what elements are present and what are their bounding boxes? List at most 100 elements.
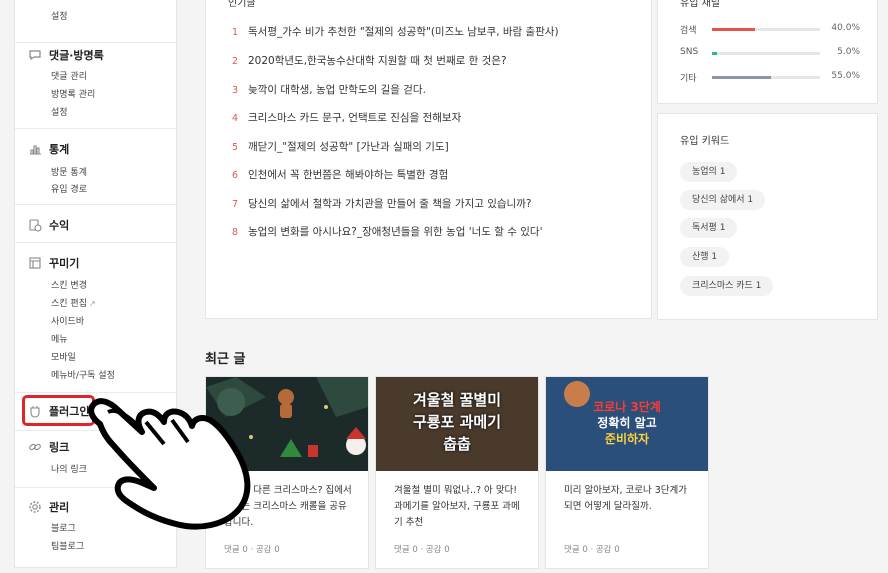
rank-number: 8 [232,227,239,238]
channel-bar-fill [712,76,772,79]
sidebar-item-comment-manage[interactable]: 댓글 관리 [51,69,87,82]
revenue-title: 수익 [49,219,70,232]
revenue-section: 수익 [15,204,176,243]
channels-title: 유입 채널 [680,0,720,9]
thumbnail-line: 구룡포 과메기 [412,413,502,431]
channel-percent: 40.0% [831,23,860,33]
popular-item[interactable]: 8 농업의 변화를 아시나요?_장애청년들을 위한 농업 '너도 할 수 있다' [232,224,542,239]
design-title: 꾸미기 [49,257,80,270]
channel-bar [712,52,820,55]
inflow-keywords-panel: 유입 키워드 농업의 1 당신의 삶에서 1 독서평 1 산행 1 크리스마스 … [657,113,878,320]
rank-number: 3 [232,85,239,96]
post-title: 겨울철 별미 뭐없나..? 아 맞다! 과메기를 알아보자, 구룡포 과메기 추… [394,485,520,528]
keyword-chip[interactable]: 독서평 1 [680,218,738,238]
thumbnail-line: 정확히 알고 [597,416,657,430]
popular-item-title: 인천에서 꼭 한번쯤은 해봐야하는 특별한 경험 [248,169,449,181]
popular-item[interactable]: 4 크리스마스 카드 문구, 언택트로 진심을 전해보자 [232,110,461,125]
rank-number: 2 [232,56,239,67]
popular-item-title: 늦깍이 대학생, 농업 만학도의 길을 걷다. [248,84,426,96]
stats-title: 통계 [49,143,70,156]
sidebar-item-team-blog[interactable]: 팀블로그 [51,539,84,552]
link-header[interactable]: 링크 [27,439,69,455]
popular-item[interactable]: 6 인천에서 꼭 한번쯤은 해봐야하는 특별한 경험 [232,167,448,182]
manage-header[interactable]: 관리 [27,499,69,515]
revenue-header[interactable]: 수익 [27,217,69,233]
comments-section: 댓글·방명록 댓글 관리 방명록 관리 설정 [15,42,176,129]
channel-label: 기타 [680,74,697,84]
popular-title: 인기글 [228,0,256,9]
speech-bubble-icon [27,47,43,63]
thumbnail-line: 겨울철 꿀별미 [412,391,502,409]
channel-bar [712,76,820,79]
keyword-chip[interactable]: 산행 1 [680,247,730,267]
channel-percent: 55.0% [831,71,860,81]
post-title: 미리 알아보자, 코로나 3단계가 되면 어떻게 달라질까. [564,485,688,512]
sidebar-item-referrer[interactable]: 유입 경로 [51,182,87,195]
comments-header[interactable]: 댓글·방명록 [27,47,104,63]
thumbnail-text: 코로나 3단계 정확히 알고 준비하자 [546,399,708,447]
channel-label: 검색 [680,26,697,36]
post-thumbnail: 코로나 3단계 정확히 알고 준비하자 [546,377,708,471]
sidebar-item-skin-edit[interactable]: 스킨 편집 ↗ [51,296,96,309]
link-title: 링크 [49,441,70,454]
channel-percent: 5.0% [837,47,860,57]
sidebar-item-menu[interactable]: 메뉴 [51,332,68,345]
popular-item[interactable]: 5 깨닫기_"절제의 성공학" [가난과 실패의 기도] [232,139,449,154]
post-thumbnail: 겨울철 꿀별미 구룡포 과메기 춥춥 [376,377,538,471]
keyword-chip[interactable]: 농업의 1 [680,162,738,182]
sidebar-item-mobile[interactable]: 모바일 [51,350,76,363]
popular-posts-panel: 인기글 1 독서평_가수 비가 추천한 "절제의 성공학"(미즈노 남보쿠, 바람… [205,0,652,319]
link-icon [27,439,43,455]
sidebar-item-comment-settings[interactable]: 설정 [51,105,68,118]
recent-post-card[interactable]: 겨울철 꿀별미 구룡포 과메기 춥춥 겨울철 별미 뭐없나..? 아 맞다! 과… [375,376,539,569]
post-meta: 댓글 0 · 공감 0 [224,545,280,555]
design-section: 꾸미기 스킨 변경 스킨 편집 ↗ 사이드바 메뉴 모바일 메뉴바/구독 설정 [15,242,176,393]
keyword-chip[interactable]: 당신의 삶에서 1 [680,190,766,210]
thumbnail-line: 춥춥 [443,435,471,453]
thumbnail-text: 겨울철 꿀별미 구룡포 과메기 춥춥 [376,389,538,455]
sidebar-item-visit-stats[interactable]: 방문 통계 [51,165,87,178]
channel-bar-fill [712,28,756,31]
sidebar-item-menubar-subscribe[interactable]: 메뉴바/구독 설정 [51,368,115,381]
rank-number: 1 [232,27,239,38]
rank-number: 4 [232,113,239,124]
channel-label: SNS [680,47,699,57]
rank-number: 5 [232,142,239,153]
post-meta: 댓글 0 · 공감 0 [564,545,620,555]
sidebar-item-blog[interactable]: 블로그 [51,521,76,534]
popular-item[interactable]: 7 당신의 삶에서 철학과 가치관을 만들어 줄 책을 가지고 있습니까? [232,196,531,211]
popular-item-title: 당신의 삶에서 철학과 가치관을 만들어 줄 책을 가지고 있습니까? [248,198,532,210]
coin-icon [27,217,43,233]
recent-posts-title: 최근 글 [205,352,246,367]
stats-section: 통계 방문 통계 유입 경로 [15,128,176,205]
popular-item[interactable]: 2 2020학년도,한국농수산대학 지원할 때 첫 번째로 한 것은? [232,53,507,68]
gear-icon [27,499,43,515]
channel-bar-fill [712,52,718,55]
post-meta: 댓글 0 · 공감 0 [394,545,450,555]
popular-item-title: 농업의 변화를 아시나요?_장애청년들을 위한 농업 '너도 할 수 있다' [248,226,543,238]
skin-edit-label: 스킨 편집 [51,299,87,309]
comments-title: 댓글·방명록 [49,49,104,62]
popular-item-title: 2020학년도,한국농수산대학 지원할 때 첫 번째로 한 것은? [248,55,507,67]
thumbnail-line: 준비하자 [604,432,650,446]
sidebar-item-sidebar[interactable]: 사이드바 [51,314,84,327]
popular-item-title: 깨닫기_"절제의 성공학" [가난과 실패의 기도] [248,141,449,153]
popular-item-title: 크리스마스 카드 문구, 언택트로 진심을 전해보자 [248,112,462,124]
popular-item[interactable]: 3 늦깍이 대학생, 농업 만학도의 길을 걷다. [232,82,426,97]
rank-number: 7 [232,199,239,210]
sidebar-item-skin-change[interactable]: 스킨 변경 [51,278,87,291]
recent-post-card[interactable]: 코로나 3단계 정확히 알고 준비하자 미리 알아보자, 코로나 3단계가 되면… [545,376,709,569]
sidebar-item-guestbook-manage[interactable]: 방명록 관리 [51,87,95,100]
thumbnail-line: 코로나 3단계 [593,400,661,414]
popular-item[interactable]: 1 독서평_가수 비가 추천한 "절제의 성공학"(미즈노 남보쿠, 바람 출판사… [232,24,559,39]
stats-header[interactable]: 통계 [27,141,69,157]
manage-title: 관리 [49,501,70,514]
rank-number: 6 [232,170,239,181]
pointing-hand-icon [88,398,251,530]
sidebar-item-settings[interactable]: 설정 [51,9,68,22]
keyword-chip[interactable]: 크리스마스 카드 1 [680,276,774,296]
channel-bar [712,28,820,31]
design-header[interactable]: 꾸미기 [27,255,79,271]
external-link-icon: ↗ [88,299,96,308]
inflow-channels-panel: 유입 채널 검색 40.0% SNS 5.0% 기타 55.0% [657,0,878,104]
